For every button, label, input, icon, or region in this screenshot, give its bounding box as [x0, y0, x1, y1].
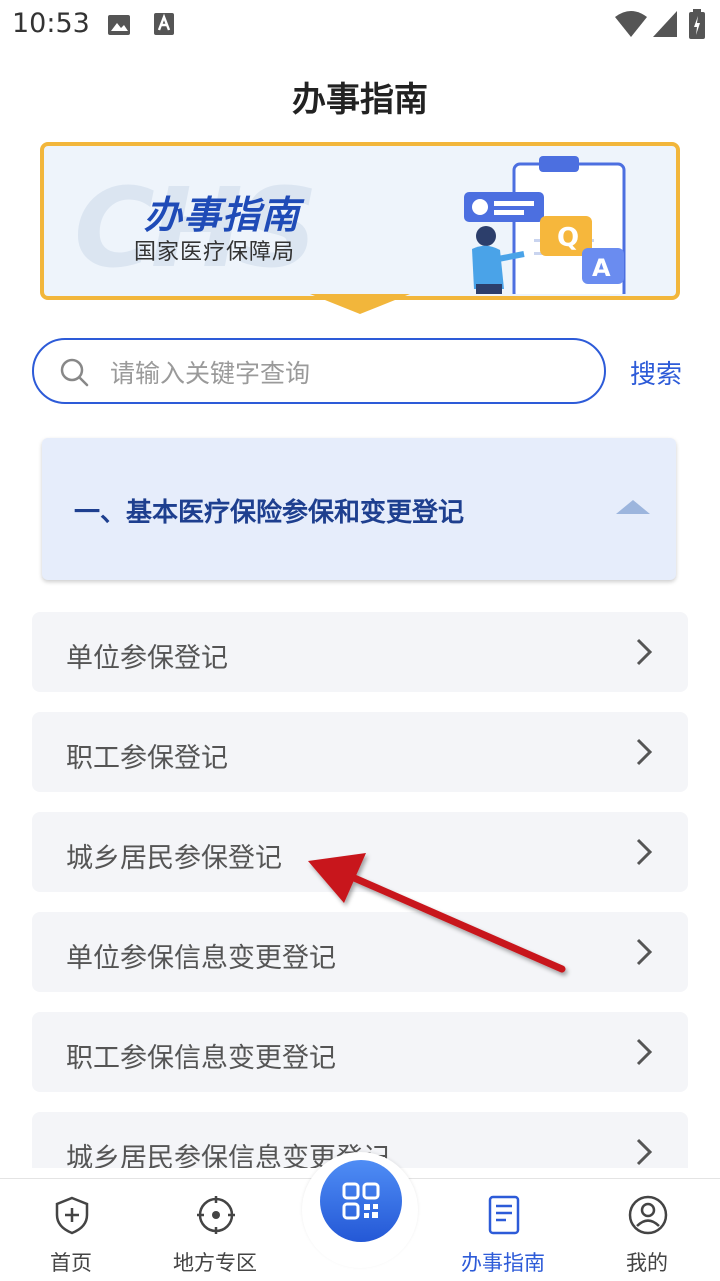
- list-item[interactable]: 单位参保信息变更登记: [32, 912, 688, 992]
- list-item-label: 单位参保信息变更登记: [66, 943, 336, 974]
- text-a-icon: [154, 13, 174, 35]
- image-icon: [108, 15, 130, 35]
- collapse-icon[interactable]: [616, 500, 650, 514]
- search-input[interactable]: [108, 350, 582, 396]
- target-icon: [197, 1196, 235, 1234]
- qr-scan-button[interactable]: [320, 1160, 402, 1242]
- chevron-right-icon: [636, 838, 653, 866]
- banner-title: 办事指南: [144, 193, 301, 237]
- tab-guide[interactable]: 办事指南: [448, 1179, 558, 1281]
- list-item[interactable]: 职工参保信息变更登记: [32, 1012, 688, 1092]
- guide-banner[interactable]: CHS 办事指南 国家医疗保障局 Q A: [40, 142, 680, 300]
- list-item-label: 单位参保登记: [66, 643, 228, 674]
- tab-home-label: 首页: [50, 1251, 92, 1275]
- shield-plus-icon: [55, 1196, 89, 1235]
- search-icon: [60, 358, 89, 387]
- tab-local[interactable]: 地方专区: [160, 1179, 270, 1281]
- list-item[interactable]: 单位参保登记: [32, 612, 688, 692]
- status-time: 10:53: [12, 8, 90, 39]
- list-item[interactable]: 职工参保登记: [32, 712, 688, 792]
- search-button[interactable]: 搜索: [630, 354, 682, 391]
- banner-subtitle: 国家医疗保障局: [134, 240, 296, 265]
- list-item-label: 职工参保登记: [66, 743, 228, 774]
- qr-code-icon: [342, 1182, 380, 1220]
- search-box[interactable]: [32, 338, 606, 404]
- chevron-right-icon: [636, 638, 653, 666]
- tab-guide-label: 办事指南: [461, 1251, 545, 1275]
- tab-local-label: 地方专区: [173, 1251, 257, 1275]
- page-title: 办事指南: [292, 80, 428, 120]
- guide-item-list: 单位参保登记 职工参保登记 城乡居民参保登记 单位参保信息变更登记 职工参保信息…: [32, 612, 688, 1168]
- wifi-icon: [615, 11, 647, 37]
- list-item-label: 职工参保信息变更登记: [66, 1043, 336, 1074]
- signal-icon: [653, 11, 677, 37]
- q-letter: Q: [557, 223, 579, 253]
- tab-home[interactable]: 首页: [16, 1179, 126, 1281]
- banner-pointer: [310, 294, 410, 314]
- list-item-label: 城乡居民参保登记: [66, 843, 282, 874]
- chevron-right-icon: [636, 938, 653, 966]
- section-header[interactable]: 一、基本医疗保险参保和变更登记: [42, 438, 676, 580]
- tab-mine[interactable]: 我的: [592, 1179, 702, 1281]
- list-item[interactable]: 城乡居民参保登记: [32, 812, 688, 892]
- document-icon: [488, 1195, 520, 1235]
- person-icon: [628, 1195, 668, 1235]
- section-title: 一、基本医疗保险参保和变更登记: [74, 498, 465, 528]
- chevron-right-icon: [636, 1038, 653, 1066]
- clipboard-person-illustration: Q A: [464, 156, 626, 294]
- chevron-right-icon: [636, 1138, 653, 1166]
- status-bar: 10:53: [0, 0, 720, 50]
- battery-icon: [689, 9, 705, 39]
- tab-mine-label: 我的: [626, 1251, 668, 1275]
- chevron-right-icon: [636, 738, 653, 766]
- a-letter: A: [592, 254, 611, 282]
